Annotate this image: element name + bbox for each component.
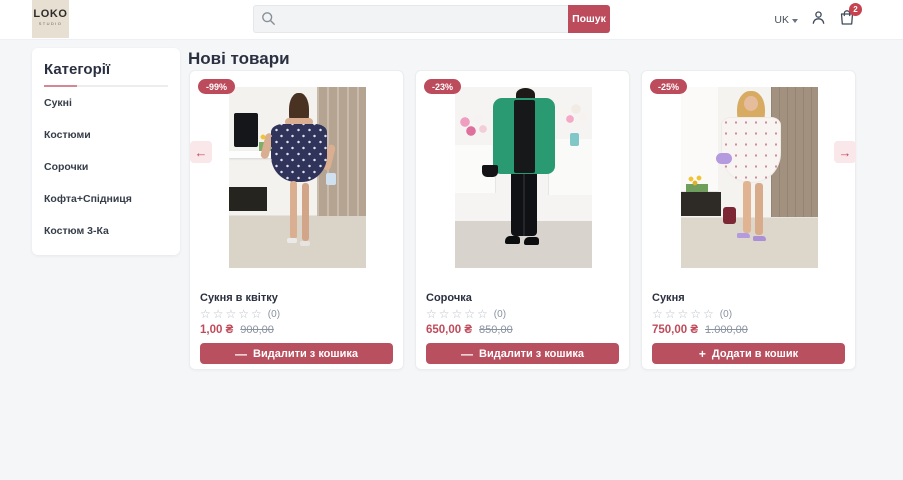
- photo-tv: [234, 113, 258, 147]
- product-card: -25% Сукня ☆☆☆☆☆ (0) 750,00 ₴ 1.000,00 +…: [641, 70, 856, 370]
- price-row: 750,00 ₴ 1.000,00: [652, 324, 748, 336]
- title-underline: [44, 85, 168, 87]
- sidebar-item-sorochky[interactable]: Сорочки: [44, 151, 168, 183]
- product-name[interactable]: Сорочка: [426, 292, 472, 304]
- remove-from-cart-button[interactable]: — Видалити з кошика: [200, 343, 393, 364]
- search-icon: [261, 11, 276, 26]
- product-card: -23% Сорочка ☆☆☆☆☆ (0) 650,00 ₴ 850,00 —…: [415, 70, 630, 370]
- language-selector[interactable]: UK: [774, 14, 798, 26]
- carousel-next-button[interactable]: →: [834, 141, 856, 163]
- sidebar-item-kostyumy[interactable]: Костюми: [44, 119, 168, 151]
- categories-title: Категорії: [44, 61, 111, 78]
- price-row: 1,00 ₴ 900,00: [200, 324, 274, 336]
- sidebar-item-kofta-spidnytsya[interactable]: Кофта+Спідниця: [44, 183, 168, 215]
- product-photo[interactable]: [455, 87, 592, 268]
- sidebar-item-kostyum-3ka[interactable]: Костюм 3-Ка: [44, 215, 168, 247]
- chevron-down-icon: [792, 18, 798, 23]
- product-name[interactable]: Сукня: [652, 292, 685, 304]
- rating-count: (0): [719, 308, 733, 320]
- cart-button[interactable]: 2: [839, 3, 862, 31]
- old-price: 1.000,00: [705, 324, 748, 336]
- old-price: 850,00: [479, 324, 513, 336]
- header-controls: UK 2: [774, 0, 862, 40]
- cart-action-label: Видалити з кошика: [479, 347, 584, 360]
- photo-figure-dress: [721, 117, 781, 183]
- discount-badge: -25%: [650, 79, 688, 94]
- logo[interactable]: LOKO STUDIO: [32, 0, 69, 38]
- minus-icon: —: [461, 346, 474, 361]
- old-price: 900,00: [240, 324, 274, 336]
- photo-figure-bag: [326, 173, 336, 185]
- product-photo[interactable]: [229, 87, 366, 268]
- star-rating-icons[interactable]: ☆☆☆☆☆: [652, 307, 716, 321]
- photo-figure-bag: [482, 165, 498, 177]
- price-row: 650,00 ₴ 850,00: [426, 324, 513, 336]
- photo-figure-top: [514, 100, 535, 173]
- photo-figure-bag: [716, 153, 732, 164]
- search-input[interactable]: [253, 5, 568, 33]
- photo-flowers-right: [556, 103, 592, 133]
- product-name[interactable]: Сукня в квітку: [200, 292, 278, 304]
- rating-row: ☆☆☆☆☆ (0): [652, 307, 732, 321]
- page-title: Нові товари: [188, 49, 290, 68]
- rating-row: ☆☆☆☆☆ (0): [426, 307, 506, 321]
- account-icon[interactable]: [811, 10, 826, 30]
- product-photo[interactable]: [681, 87, 818, 268]
- minus-icon: —: [235, 346, 248, 361]
- add-to-cart-button[interactable]: + Додати в кошик: [652, 343, 845, 364]
- photo-flowers-left: [457, 113, 489, 141]
- sidebar-item-sukni[interactable]: Сукні: [44, 87, 168, 119]
- cart-action-label: Видалити з кошика: [253, 347, 358, 360]
- language-label: UK: [774, 14, 789, 26]
- photo-figure-legs: [743, 181, 751, 233]
- product-carousel: -99% Сукня в квітку ☆☆☆☆☆ (0) 1,00 ₴ 900…: [189, 70, 856, 370]
- photo-figure-face: [744, 96, 758, 111]
- discount-badge: -23%: [424, 79, 462, 94]
- rating-count: (0): [267, 308, 281, 320]
- photo-figure-dress: [271, 124, 327, 182]
- categories-panel: Категорії Сукні Костюми Сорочки Кофта+Сп…: [32, 48, 180, 255]
- arrow-right-icon: →: [838, 144, 852, 160]
- star-rating-icons[interactable]: ☆☆☆☆☆: [426, 307, 490, 321]
- rating-row: ☆☆☆☆☆ (0): [200, 307, 280, 321]
- current-price: 1,00 ₴: [200, 324, 234, 336]
- photo-figure-shoes: [287, 238, 297, 243]
- photo-figure-legs: [290, 181, 297, 239]
- star-rating-icons[interactable]: ☆☆☆☆☆: [200, 307, 264, 321]
- product-card: -99% Сукня в квітку ☆☆☆☆☆ (0) 1,00 ₴ 900…: [189, 70, 404, 370]
- cart-count-badge: 2: [849, 3, 862, 16]
- discount-badge: -99%: [198, 79, 236, 94]
- photo-figure-shoes: [505, 236, 520, 244]
- plus-icon: +: [698, 346, 706, 361]
- search-form: Пошук: [253, 5, 610, 33]
- photo-tulips: [686, 175, 708, 193]
- current-price: 750,00 ₴: [652, 324, 699, 336]
- arrow-left-icon: ←: [194, 144, 208, 160]
- cart-action-label: Додати в кошик: [711, 347, 799, 360]
- photo-figure-shoes: [737, 233, 750, 238]
- rating-count: (0): [493, 308, 507, 320]
- remove-from-cart-button[interactable]: — Видалити з кошика: [426, 343, 619, 364]
- logo-subtitle: STUDIO: [38, 21, 63, 26]
- carousel-prev-button[interactable]: ←: [190, 141, 212, 163]
- photo-figure-pants: [511, 174, 537, 236]
- photo-shelf: [681, 192, 721, 216]
- current-price: 650,00 ₴: [426, 324, 473, 336]
- search-button[interactable]: Пошук: [568, 5, 610, 33]
- header: LOKO STUDIO Пошук UK 2: [0, 0, 903, 40]
- photo-sideboard: [229, 187, 268, 211]
- photo-vase: [570, 133, 579, 146]
- logo-title: LOKO: [33, 8, 68, 20]
- photo-planter: [723, 207, 736, 224]
